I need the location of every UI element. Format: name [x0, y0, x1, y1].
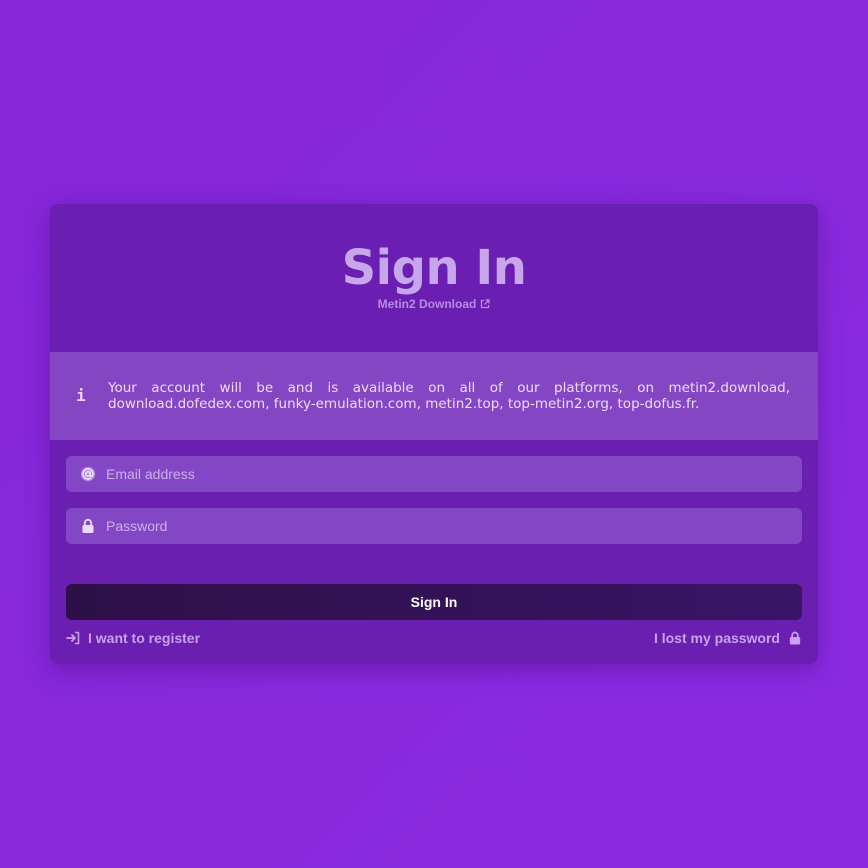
- register-label: I want to register: [88, 630, 201, 646]
- email-field: [66, 456, 802, 492]
- external-link-icon: [481, 299, 490, 309]
- at-sign-icon: [80, 466, 96, 482]
- metin2-download-label: Metin2 Download: [377, 297, 477, 311]
- lock-icon: [789, 631, 801, 645]
- info-icon: i: [76, 386, 86, 405]
- lost-password-link[interactable]: I lost my password: [654, 630, 802, 646]
- password-field: [66, 508, 802, 544]
- card-header: Sign In Metin2 Download: [50, 204, 818, 352]
- password-input[interactable]: [106, 508, 786, 544]
- info-box: i Your account will be and is available …: [50, 352, 818, 440]
- info-text: Your account will be and is available on…: [108, 380, 790, 412]
- page-title: Sign In: [341, 240, 527, 296]
- lost-password-label: I lost my password: [653, 630, 780, 646]
- metin2-download-link[interactable]: Metin2 Download: [50, 296, 818, 312]
- lock-icon: [82, 518, 94, 533]
- register-link[interactable]: I want to register: [66, 630, 200, 646]
- email-input[interactable]: [106, 456, 786, 492]
- sign-in-button[interactable]: Sign In: [66, 584, 802, 620]
- login-card: Sign In Metin2 Download i Your account w…: [50, 204, 818, 664]
- sign-in-arrow-icon: [66, 631, 80, 645]
